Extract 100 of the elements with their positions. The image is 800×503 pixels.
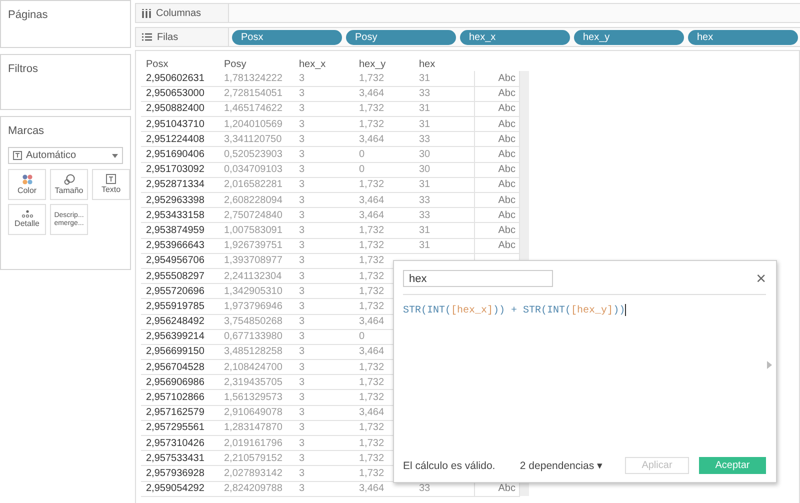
- table-cell: Abc: [474, 146, 519, 162]
- table-cell: 1,781324222: [219, 71, 294, 86]
- panel-title: Filtros: [8, 63, 38, 75]
- table-cell: 2,950882400: [141, 101, 219, 117]
- field-pill[interactable]: hex_y: [574, 30, 684, 44]
- table-cell: 0,034709103: [219, 162, 294, 178]
- table-cell: 2,957936928: [141, 466, 219, 482]
- table-cell: 3: [294, 71, 354, 86]
- table-cell: 3: [294, 101, 354, 117]
- table-cell: 2,608228094: [219, 192, 294, 208]
- table-cell: 3: [294, 360, 354, 375]
- table-cell: 2,241132304: [219, 268, 294, 284]
- table-cell: 3: [294, 253, 354, 268]
- table-cell: 1,732: [354, 177, 414, 192]
- field-pill[interactable]: hex_x: [460, 30, 570, 44]
- table-cell: 3,485128258: [219, 344, 294, 360]
- table-cell: 3: [294, 450, 354, 466]
- table-cell: 2,210579152: [219, 450, 294, 466]
- table-cell: 3: [294, 284, 354, 299]
- table-cell: 3: [294, 390, 354, 406]
- table-cell: 3: [294, 329, 354, 344]
- table-cell: 31: [414, 238, 474, 254]
- table-cell: 2,728154051: [219, 86, 294, 102]
- table-cell: 2,959054292: [141, 481, 219, 496]
- table-cell: 3: [294, 344, 354, 360]
- table-cell: 2,108424700: [219, 360, 294, 375]
- table-cell: 30: [414, 146, 474, 162]
- table-cell: 33: [414, 192, 474, 208]
- field-pill[interactable]: Posx: [232, 30, 342, 44]
- caret-icon: [112, 154, 118, 158]
- table-cell: Abc: [474, 132, 519, 147]
- calculation-name-field[interactable]: hex: [403, 270, 553, 287]
- table-cell: 2,950602631: [141, 71, 219, 86]
- column-header: hex: [414, 57, 474, 71]
- table-cell: 2,956399214: [141, 329, 219, 344]
- table-cell: 1,007583091: [219, 222, 294, 238]
- table-cell: 2,950653000: [141, 86, 219, 102]
- table-cell: 3: [294, 268, 354, 284]
- table-cell: 30: [414, 162, 474, 178]
- table-cell: 2,016582281: [219, 177, 294, 192]
- shelf-drop-area[interactable]: Posx Posy hex_x hex_y hex: [229, 28, 800, 46]
- table-cell: 33: [414, 208, 474, 223]
- table-cell: 1,465174622: [219, 101, 294, 117]
- table-cell: 3: [294, 86, 354, 102]
- table-cell: 3: [294, 436, 354, 451]
- table-cell: 1,973796946: [219, 298, 294, 314]
- table-cell: 3: [294, 146, 354, 162]
- table-cell: 3: [294, 132, 354, 147]
- table-cell: 2,952963398: [141, 192, 219, 208]
- table-cell: 1,393708977: [219, 253, 294, 268]
- table-cell: 2,955508297: [141, 268, 219, 284]
- table-cell: 2,955720696: [141, 284, 219, 299]
- table-cell: 1,732: [354, 71, 414, 86]
- expand-arrow-icon[interactable]: [767, 361, 772, 369]
- table-cell: 0: [354, 162, 414, 178]
- table-cell: 2,956248492: [141, 314, 219, 330]
- table-cell: 2,319435705: [219, 374, 294, 390]
- table-cell: Abc: [474, 238, 519, 254]
- table-cell: 0,677133980: [219, 329, 294, 344]
- detail-dots-icon: [22, 210, 32, 218]
- table-cell: 3: [294, 481, 354, 496]
- close-button[interactable]: ×: [756, 270, 766, 287]
- mark-tile-button[interactable]: Detalle: [8, 204, 46, 235]
- table-cell: 3,464: [354, 192, 414, 208]
- table-cell: 3: [294, 192, 354, 208]
- table-cell: 31: [414, 222, 474, 238]
- panel-title: Páginas: [8, 9, 48, 21]
- table-cell: 3: [294, 208, 354, 223]
- table-cell: 2,953433158: [141, 208, 219, 223]
- table-cell: Abc: [474, 71, 519, 86]
- mark-tile-button[interactable]: Texto: [92, 169, 130, 200]
- table-cell: 2,019161796: [219, 436, 294, 451]
- panel-title: Marcas: [8, 125, 44, 137]
- column-header: hex_y: [358, 58, 387, 71]
- field-pill[interactable]: hex: [688, 30, 798, 44]
- column-header: Posx: [145, 58, 170, 71]
- mark-tile-button[interactable]: Tamaño: [50, 169, 88, 200]
- table-cell: Abc: [474, 101, 519, 117]
- mark-type-dropdown[interactable]: Automático: [8, 147, 123, 164]
- table-cell: 3: [294, 298, 354, 314]
- table-cell: 2,957162579: [141, 405, 219, 420]
- table-cell: 3: [294, 162, 354, 178]
- table-cell: 1,926739751: [219, 238, 294, 254]
- shelf-drop-area[interactable]: [229, 4, 800, 22]
- rows-icon: [142, 33, 152, 41]
- table-cell: 2,957310426: [141, 436, 219, 451]
- field-pill[interactable]: Posy: [346, 30, 456, 44]
- text-icon: [13, 151, 22, 160]
- table-cell: 1,283147870: [219, 420, 294, 436]
- table-cell: 1,342905310: [219, 284, 294, 299]
- dependencies-dropdown[interactable]: 2 dependencias ▾: [520, 459, 603, 472]
- mark-tile-button[interactable]: Color: [8, 169, 46, 200]
- table-cell: Abc: [474, 222, 519, 238]
- table-cell: 2,953874959: [141, 222, 219, 238]
- table-cell: 2,957533431: [141, 450, 219, 466]
- text-icon: [106, 174, 116, 184]
- table-cell: 3,464: [354, 208, 414, 223]
- table-cell: Abc: [474, 192, 519, 208]
- table-cell: 2,956699150: [141, 344, 219, 360]
- table-cell: Abc: [474, 116, 519, 132]
